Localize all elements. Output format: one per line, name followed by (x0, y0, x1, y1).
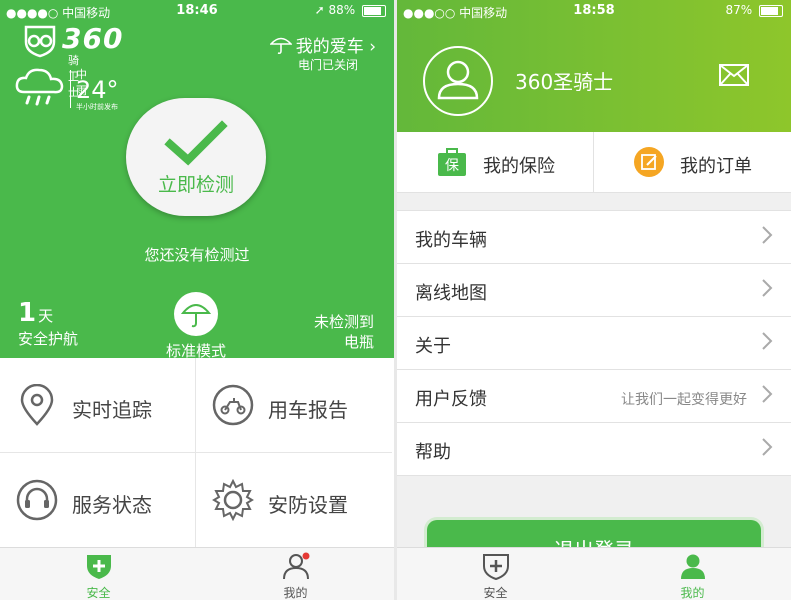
my-orders-button[interactable]: 我的订单 (594, 132, 790, 192)
guard-days-unit: 天 (38, 307, 54, 325)
grid-label: 实时追踪 (72, 398, 152, 422)
battery-status-line1: 未检测到 (313, 313, 374, 331)
menu-item-help[interactable]: 帮助 (397, 423, 791, 476)
person-icon (282, 552, 309, 580)
quick-label: 我的订单 (680, 156, 752, 177)
headset-icon (16, 479, 58, 521)
chevron-right-icon (762, 385, 773, 403)
grid-item-service[interactable]: 服务状态 (0, 453, 196, 548)
status-bar: ●●●○○ 中国移动 18:58 87% (397, 0, 791, 22)
location-pin-icon (20, 384, 54, 426)
tab-label: 安全 (483, 586, 508, 600)
battery-not-detected: 未检测到 电瓶 (314, 312, 374, 352)
chevron-right-icon (762, 279, 773, 297)
insurance-bag-icon: 保 (438, 148, 466, 176)
menu-item-offline-map[interactable]: 离线地图 (397, 264, 791, 317)
feature-grid: 实时追踪 用车报告 服务状态 安防设置 (0, 358, 394, 548)
battery-level: ➚ 88% (315, 3, 386, 17)
menu-label: 用户反馈 (415, 389, 487, 410)
weather-updated: 半小时前发布 (76, 103, 118, 111)
check-now-button[interactable]: 立即检测 (126, 98, 266, 216)
insurance-badge: 保 (445, 158, 459, 174)
chevron-right-icon (762, 438, 773, 456)
tab-mine[interactable]: 我的 (594, 548, 791, 600)
grid-item-security-settings[interactable]: 安防设置 (196, 453, 392, 548)
battery-icon (759, 4, 783, 17)
check-now-label: 立即检测 (157, 174, 234, 196)
battery-level: 87% (725, 3, 783, 17)
chevron-right-icon (762, 332, 773, 350)
guard-days-label: 安全护航 (18, 330, 79, 348)
rain-cloud-icon (15, 68, 64, 106)
menu-label: 帮助 (415, 442, 451, 463)
logo-number: 360 (62, 22, 124, 55)
battery-percent: 87% (725, 3, 753, 17)
tab-label: 安全 (86, 586, 111, 600)
bike-shield-icon (24, 25, 56, 58)
temperature: 24° (76, 76, 119, 104)
tab-label: 我的 (283, 586, 308, 600)
umbrella-icon (180, 304, 212, 328)
grid-label: 用车报告 (268, 398, 348, 422)
guard-days: 1天 安全护航 (18, 298, 78, 349)
tab-label: 我的 (680, 586, 705, 600)
battery-status-line2: 电瓶 (343, 333, 374, 351)
battery-percent: 88% (328, 3, 356, 17)
mail-icon[interactable] (719, 64, 749, 86)
menu-label: 我的车辆 (415, 230, 487, 251)
scooter-icon (212, 384, 254, 426)
menu-item-my-vehicles[interactable]: 我的车辆 (397, 211, 791, 264)
my-car-link[interactable]: 我的爱车 › 电门已关闭 (268, 32, 376, 72)
tab-bar: 安全 我的 (397, 547, 791, 600)
grid-label: 服务状态 (72, 493, 152, 517)
location-arrow-icon: ➚ (314, 3, 325, 17)
not-checked-text: 您还没有检测过 (144, 246, 250, 264)
tab-safety[interactable]: 安全 (0, 548, 197, 600)
shield-plus-icon (482, 554, 509, 581)
safety-hero: ●●●●○ 中国移动 18:46 ➚ 88% 360 骑卫士 我的爱车 › 电门… (0, 0, 394, 361)
menu-item-about[interactable]: 关于 (397, 317, 791, 370)
username: 360圣骑士 (515, 70, 614, 94)
status-bar: ●●●●○ 中国移动 18:46 ➚ 88% (0, 0, 394, 22)
checkmark-icon (164, 120, 228, 166)
shield-plus-icon (86, 555, 111, 579)
quick-label: 我的保险 (483, 156, 555, 177)
tab-mine[interactable]: 我的 (197, 548, 394, 600)
quick-actions: 保 我的保险 我的订单 (397, 132, 791, 193)
settings-menu: 我的车辆 离线地图 关于 用户反馈 让我们一起变得更好 帮助 (397, 210, 791, 476)
avatar-person-icon (437, 60, 479, 100)
right-screen: ●●●○○ 中国移动 18:58 87% 360圣骑士 保 我的保险 我的订单 … (397, 0, 791, 600)
guard-days-number: 1 (18, 298, 37, 328)
grid-item-report[interactable]: 用车报告 (196, 358, 392, 453)
profile-header: ●●●○○ 中国移动 18:58 87% 360圣骑士 (397, 0, 791, 132)
app-logo: 360 骑卫士 (22, 22, 122, 99)
door-status: 电门已关闭 (297, 58, 358, 72)
menu-item-feedback[interactable]: 用户反馈 让我们一起变得更好 (397, 370, 791, 423)
avatar[interactable] (423, 46, 493, 116)
weather-divider (70, 70, 71, 108)
umbrella-icon (268, 37, 293, 55)
person-icon (680, 554, 705, 579)
mode-circle (174, 292, 218, 336)
battery-icon (362, 4, 386, 17)
menu-label: 离线地图 (415, 283, 487, 304)
tab-bar: 安全 我的 (0, 547, 394, 600)
menu-label: 关于 (415, 336, 451, 357)
chevron-right-icon (762, 226, 773, 244)
tab-safety[interactable]: 安全 (397, 548, 594, 600)
standard-mode-button[interactable]: 标准模式 (156, 292, 236, 361)
my-car-label: 我的爱车 › (295, 37, 376, 57)
menu-hint: 让我们一起变得更好 (621, 392, 747, 408)
my-insurance-button[interactable]: 保 我的保险 (397, 132, 594, 192)
grid-label: 安防设置 (268, 493, 348, 517)
grid-item-tracking[interactable]: 实时追踪 (0, 358, 196, 453)
gear-icon (212, 479, 254, 521)
order-edit-icon (634, 147, 664, 177)
left-screen: ●●●●○ 中国移动 18:46 ➚ 88% 360 骑卫士 我的爱车 › 电门… (0, 0, 394, 600)
weather-widget: 中雨 24° 半小时前发布 (14, 66, 119, 114)
